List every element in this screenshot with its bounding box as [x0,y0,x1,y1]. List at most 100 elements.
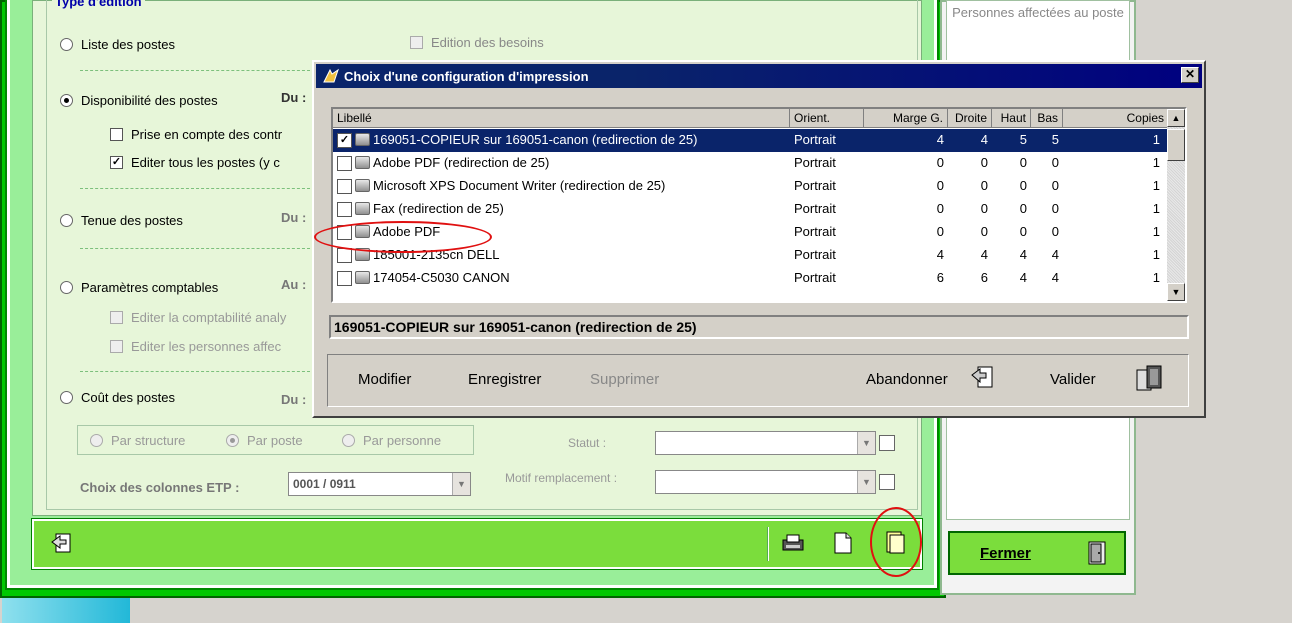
row-copies: 1 [1152,155,1160,170]
row-label: 169051-COPIEUR sur 169051-canon (redirec… [373,132,698,147]
check-editer-tous[interactable]: ✓ Editer tous les postes (y c [110,155,280,170]
row-droite: 0 [980,178,988,193]
row-bas: 5 [1051,132,1059,147]
abandon-icon[interactable] [970,363,998,391]
checkbox[interactable] [110,128,123,141]
printer-icon [355,271,370,284]
checkbox-label: Editer les personnes affec [131,339,282,354]
app-logo-icon [323,68,339,83]
radio-button[interactable] [226,434,239,447]
separator [80,70,310,71]
etp-select[interactable]: 0001 / 0911 ▼ [288,472,471,496]
toolbar-separator [767,527,769,561]
col-header-copies[interactable]: Copies [1063,109,1169,128]
vertical-scrollbar[interactable]: ▲ ▼ [1167,109,1185,301]
row-checkbox[interactable] [337,156,352,171]
supprimer-button[interactable]: Supprimer [590,371,659,388]
radio-cout[interactable]: Coût des postes [60,390,175,405]
checkbox-label: Editer la comptabilité analy [131,310,287,325]
table-row[interactable]: Adobe PDF (redirection de 25) Portrait 0 0 0… [333,152,1169,175]
col-header-bas[interactable]: Bas [1031,109,1063,128]
radio-liste-postes[interactable]: Liste des postes [60,37,175,52]
radio-par-poste[interactable]: Par poste [226,433,303,448]
checkbox[interactable] [410,36,423,49]
scroll-up-icon[interactable]: ▲ [1167,109,1185,127]
radio-button[interactable] [60,281,73,294]
radio-button[interactable] [60,94,73,107]
row-haut: 4 [1019,247,1027,262]
motif-checkbox[interactable] [879,474,895,490]
radio-parametres[interactable]: Paramètres comptables [60,280,218,295]
radio-button[interactable] [90,434,103,447]
checkbox[interactable] [110,311,123,324]
row-checkbox[interactable] [337,248,352,263]
row-checkbox[interactable]: ✓ [337,133,352,148]
motif-select[interactable]: ▼ [655,470,876,494]
du-label: Du : [281,210,307,225]
statut-checkbox[interactable] [879,435,895,451]
printer-icon[interactable] [778,528,808,558]
check-prise-en-compte[interactable]: Prise en compte des contr [110,127,282,142]
etp-value: 0001 / 0911 [293,477,356,491]
enregistrer-button[interactable]: Enregistrer [468,371,541,388]
statut-label: Statut : [568,436,607,450]
valider-button[interactable]: Valider [1050,371,1096,388]
radio-button[interactable] [60,391,73,404]
table-row[interactable]: Microsoft XPS Document Writer (redirecti… [333,175,1169,198]
annotation-ellipse-adobe-pdf [314,221,492,253]
radio-tenue[interactable]: Tenue des postes [60,213,183,228]
col-header-droite[interactable]: Droite [948,109,992,128]
radio-disponibilite[interactable]: Disponibilité des postes [60,93,218,108]
row-marge: 6 [936,270,944,285]
abandonner-button[interactable]: Abandonner [866,371,948,388]
close-button[interactable]: Fermer [948,531,1126,575]
modifier-button[interactable]: Modifier [358,371,411,388]
checkbox[interactable] [110,340,123,353]
statut-select[interactable]: ▼ [655,431,876,455]
printer-icon [355,156,370,169]
printer-icon [355,179,370,192]
row-bas: 4 [1051,247,1059,262]
col-header-orient[interactable]: Orient. [790,109,864,128]
row-checkbox[interactable] [337,202,352,217]
radio-par-structure[interactable]: Par structure [90,433,185,448]
row-copies: 1 [1152,270,1160,285]
check-editer-compta[interactable]: Editer la comptabilité analy [110,310,286,325]
row-checkbox[interactable] [337,179,352,194]
checkbox-checked[interactable]: ✓ [110,156,123,169]
row-orient: Portrait [794,270,836,285]
scroll-thumb[interactable] [1167,129,1185,161]
radio-button[interactable] [60,214,73,227]
radio-button[interactable] [60,38,73,51]
radio-label: Liste des postes [81,37,175,52]
chevron-down-icon[interactable]: ▼ [452,473,470,495]
close-label: Fermer [980,544,1031,562]
table-row[interactable]: 174054-C5030 CANON Portrait 6 6 4 4 1 [333,267,1169,290]
check-editer-personnes[interactable]: Editer les personnes affec [110,339,281,354]
row-haut: 0 [1019,155,1027,170]
validate-door-icon[interactable] [1135,364,1163,392]
radio-label: Par poste [247,433,303,448]
chevron-down-icon[interactable]: ▼ [857,471,875,493]
row-haut: 0 [1019,201,1027,216]
col-header-marge[interactable]: Marge G. [864,109,948,128]
row-haut: 0 [1019,224,1027,239]
row-label: Microsoft XPS Document Writer (redirecti… [373,178,666,193]
table-row[interactable]: ✓ 169051-COPIEUR sur 169051-canon (redire… [333,129,1169,152]
radio-button[interactable] [342,434,355,447]
chevron-down-icon[interactable]: ▼ [857,432,875,454]
row-checkbox[interactable] [337,271,352,286]
table-row[interactable]: Fax (redirection de 25) Portrait 0 0 0 0 1 [333,198,1169,221]
back-icon[interactable] [48,528,78,558]
row-droite: 0 [980,224,988,239]
persons-title: Personnes affectées au poste [952,5,1124,20]
close-icon[interactable]: ✕ [1181,67,1199,83]
check-edition-besoins[interactable]: Edition des besoins [410,35,544,50]
col-header-haut[interactable]: Haut [992,109,1031,128]
scroll-down-icon[interactable]: ▼ [1167,283,1185,301]
col-header-libelle[interactable]: Libellé [333,109,790,128]
row-bas: 0 [1051,155,1059,170]
new-document-icon[interactable] [828,528,858,558]
radio-par-personne[interactable]: Par personne [342,433,441,448]
dialog-titlebar[interactable]: Choix d'une configuration d'impression ✕ [316,64,1202,88]
